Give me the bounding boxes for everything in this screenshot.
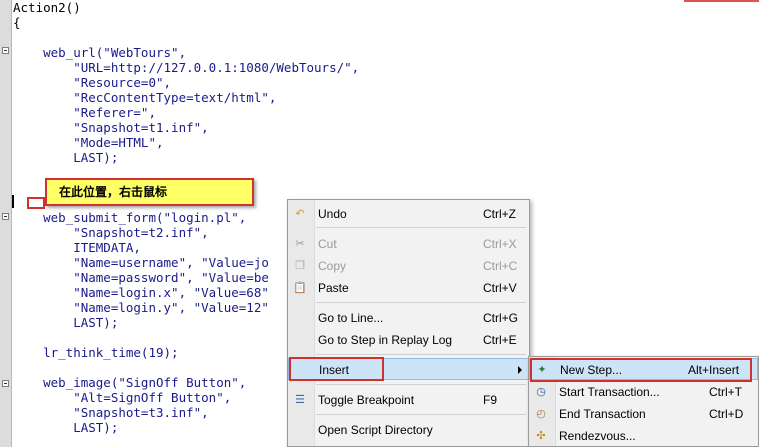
menu-separator [316,354,526,355]
menu-item-label: Go to Step in Replay Log [318,333,453,347]
menu-item-label: Open Script Directory [318,423,433,437]
menu-item-toggle-breakpoint[interactable]: ☰ Toggle Breakpoint F9 [288,389,529,411]
fold-toggle-icon[interactable] [2,47,9,54]
code-line: Action2() [13,0,81,15]
menu-item-copy[interactable]: ❐ Copy Ctrl+C [288,255,529,277]
code-line: "Referer=", [13,105,156,120]
menu-item-label: Go to Line... [318,311,384,325]
submenu-item-end-transaction[interactable]: ◴ End Transaction Ctrl+D [529,403,758,425]
menu-separator [316,414,526,415]
code-line: web_url("WebTours", [13,45,187,60]
cut-icon: ✂ [295,238,305,250]
code-line: "Resource=0", [13,75,172,90]
menu-item-undo[interactable]: ↶ Undo Ctrl+Z [288,203,529,225]
code-line: "URL=http://127.0.0.1:1080/WebTours/", [13,60,360,75]
menu-item-label: Copy [318,259,347,273]
menu-separator [316,227,526,228]
menu-item-go-to-step[interactable]: Go to Step in Replay Log Ctrl+E [288,329,529,351]
menu-item-label: Cut [318,237,337,251]
menu-item-open-script-directory[interactable]: Open Script Directory [288,419,529,441]
annotation-callout: 在此位置，右击鼠标 [45,178,254,206]
fold-toggle-icon[interactable] [2,213,9,220]
start-transaction-icon: ◷ [536,386,546,398]
menu-separator [316,384,526,385]
code-line: LAST); [13,150,119,165]
code-line: "RecContentType=text/html", [13,90,277,105]
menu-item-shortcut: Ctrl+T [709,385,742,399]
end-transaction-icon: ◴ [536,408,546,420]
menu-item-label: Rendezvous... [559,429,636,443]
fold-toggle-icon[interactable] [2,380,9,387]
menu-item-shortcut: Ctrl+V [483,281,517,295]
menu-item-shortcut: Ctrl+X [483,237,517,251]
submenu-item-start-transaction[interactable]: ◷ Start Transaction... Ctrl+T [529,381,758,403]
menu-item-label: End Transaction [559,407,646,421]
new-step-highlight-outline [530,358,752,382]
annotation-marker-box [27,197,45,209]
menu-item-shortcut: Ctrl+Z [483,207,516,221]
menu-item-shortcut: Ctrl+E [483,333,517,347]
window-accent-line [684,0,759,2]
menu-item-label: Start Transaction... [559,385,660,399]
menu-item-label: Paste [318,281,349,295]
submenu-item-rendezvous[interactable]: ✣ Rendezvous... [529,425,758,447]
menu-item-shortcut: F9 [483,393,498,407]
code-line: { [13,15,21,30]
menu-item-cut[interactable]: ✂ Cut Ctrl+X [288,233,529,255]
copy-icon: ❐ [295,260,305,272]
menu-item-shortcut: Ctrl+D [709,407,744,421]
menu-separator [316,302,526,303]
paste-icon: 📋 [293,282,307,294]
context-menu: ↶ Undo Ctrl+Z ✂ Cut Ctrl+X ❐ Copy Ctrl+C… [287,199,530,447]
breakpoint-icon: ☰ [295,394,305,406]
menu-item-shortcut: Ctrl+C [483,259,518,273]
menu-item-paste[interactable]: 📋 Paste Ctrl+V [288,277,529,299]
submenu-arrow-icon [518,366,522,374]
menu-item-label: Undo [318,207,347,221]
insert-highlight-outline [289,357,384,381]
menu-item-shortcut: Ctrl+G [483,311,519,325]
menu-item-label: Toggle Breakpoint [318,393,415,407]
menu-item-go-to-line[interactable]: Go to Line... Ctrl+G [288,307,529,329]
code-line: "Mode=HTML", [13,135,164,150]
undo-icon: ↶ [295,208,305,220]
rendezvous-icon: ✣ [536,430,546,442]
code-line: "Snapshot=t1.inf", [13,120,209,135]
